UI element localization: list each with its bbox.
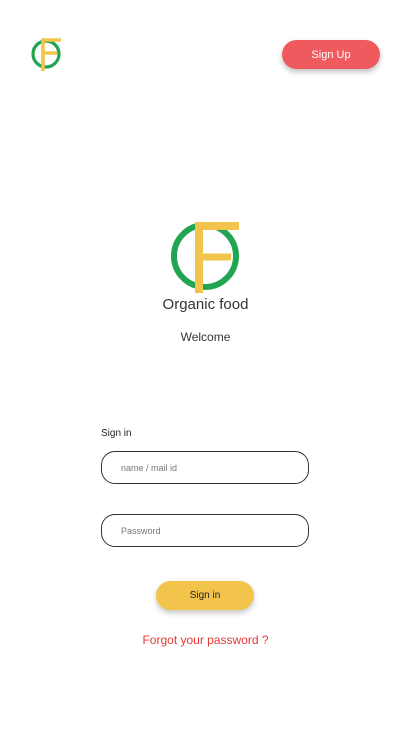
brand-logo-icon [169, 219, 243, 295]
welcome-text: Welcome [180, 330, 231, 344]
forgot-password-link[interactable]: Forgot your password ? [0, 633, 411, 647]
sign-up-button[interactable]: Sign Up [282, 40, 380, 69]
sign-in-button[interactable]: Sign in [156, 581, 254, 610]
username-field[interactable] [101, 451, 309, 484]
username-input[interactable] [121, 462, 308, 473]
password-field[interactable] [101, 514, 309, 547]
app-logo-icon [30, 36, 64, 72]
brand-name: Organic food [162, 296, 249, 313]
sign-in-heading: Sign in [101, 428, 132, 439]
password-input[interactable] [121, 525, 308, 536]
